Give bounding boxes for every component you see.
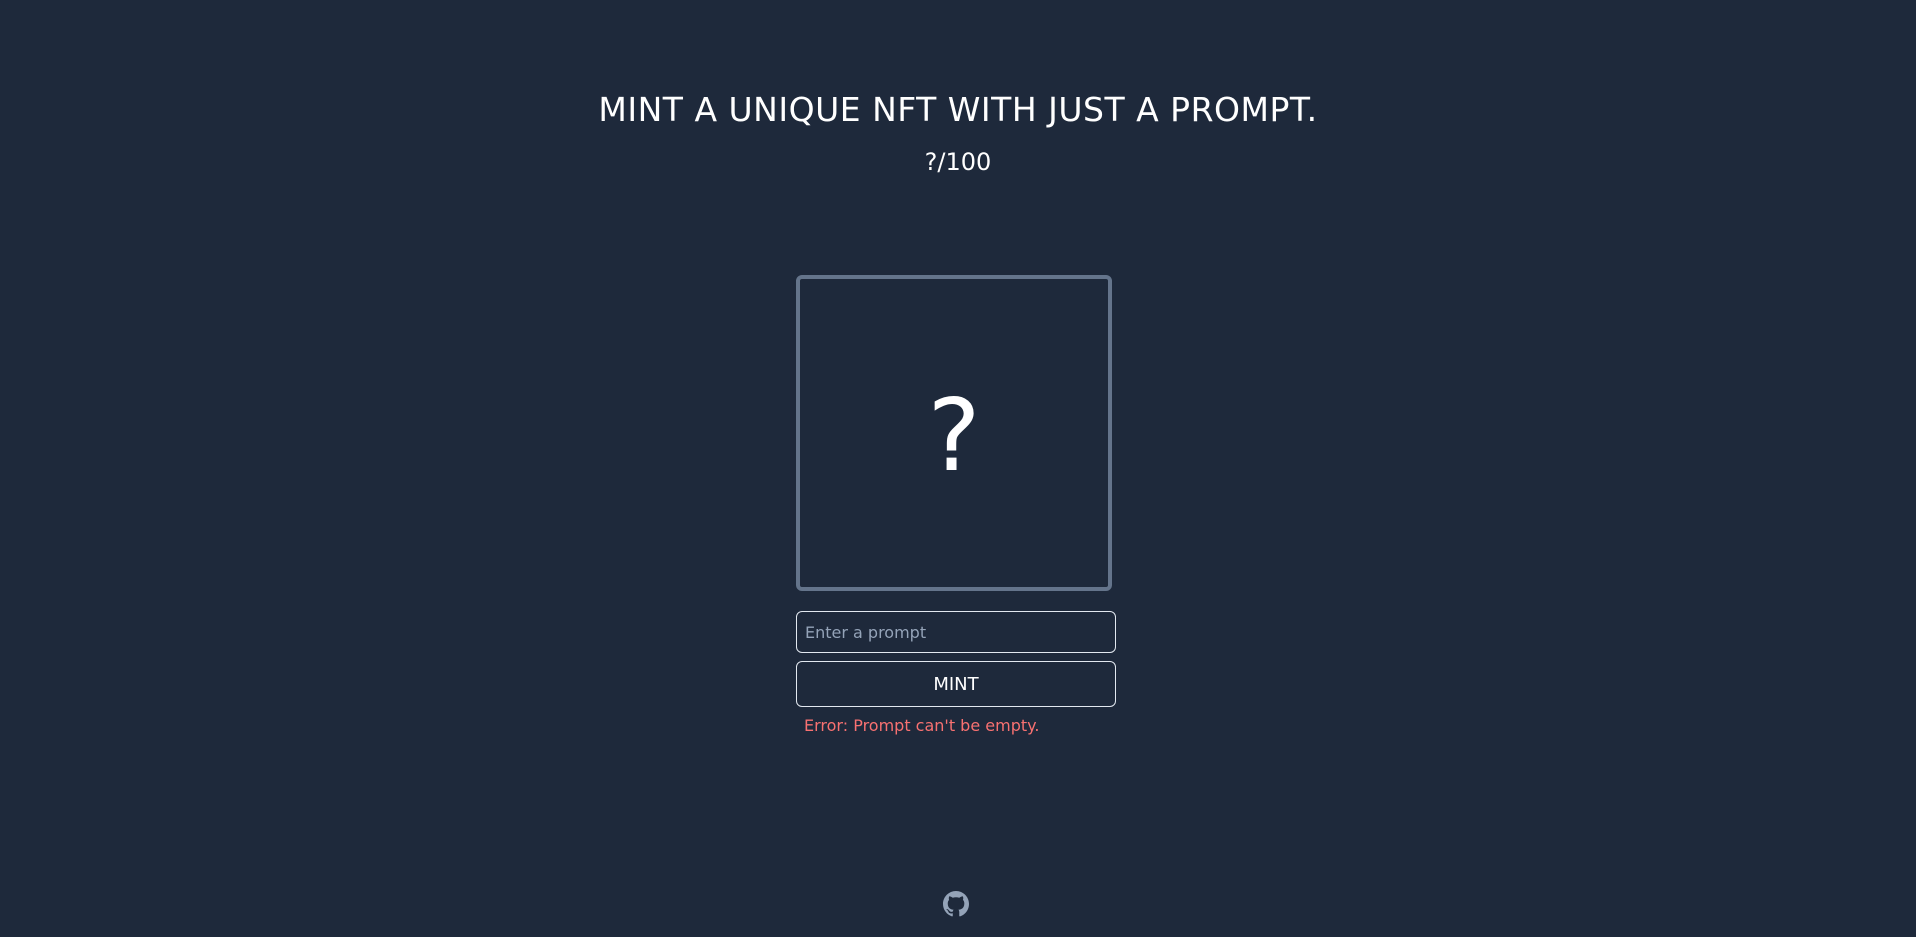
github-icon	[943, 891, 969, 917]
github-link[interactable]	[943, 891, 969, 917]
prompt-input[interactable]	[796, 611, 1116, 653]
page-title: MINT A UNIQUE NFT WITH JUST A PROMPT.	[598, 90, 1318, 129]
page: MINT A UNIQUE NFT WITH JUST A PROMPT. ?/…	[0, 0, 1916, 937]
error-message: Error: Prompt can't be empty.	[804, 716, 1040, 735]
mint-button[interactable]: MINT	[796, 661, 1116, 707]
mint-counter: ?/100	[924, 148, 992, 176]
nft-preview-box: ?	[796, 275, 1112, 591]
question-mark-icon: ?	[927, 377, 981, 494]
